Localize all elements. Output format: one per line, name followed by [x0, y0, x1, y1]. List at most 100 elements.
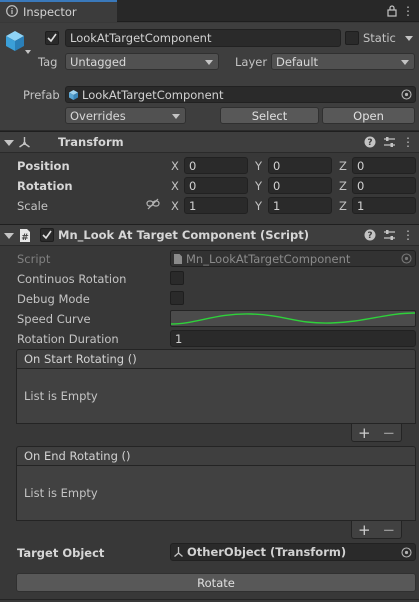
scale-label: Scale [17, 199, 48, 213]
foldout-icon[interactable] [4, 233, 14, 239]
layer-value: Default [276, 54, 319, 69]
add-listener-button[interactable]: + [358, 521, 371, 539]
on-start-rotating-header: On Start Rotating () [16, 349, 416, 369]
position-z-label[interactable]: Z [339, 159, 347, 173]
position-x-field[interactable]: 0 [184, 157, 248, 174]
on-start-rotating-footer: + − [351, 424, 402, 442]
transform-icon [17, 135, 32, 150]
tag-label: Tag [38, 55, 58, 69]
remove-listener-button[interactable]: − [382, 521, 395, 539]
object-picker-icon[interactable] [401, 89, 412, 100]
static-dropdown-caret[interactable] [405, 36, 413, 41]
transform-icon [173, 546, 184, 558]
chevron-down-icon [205, 60, 213, 65]
speed-curve-label: Speed Curve [17, 312, 91, 326]
bottom-divider [0, 599, 419, 600]
help-icon[interactable]: ? [364, 229, 376, 241]
on-start-rotating-body: List is Empty [16, 369, 416, 424]
lock-icon[interactable] [385, 4, 399, 18]
script-component-header[interactable]: # Mn_Look At Target Component (Script) ?… [0, 224, 419, 246]
help-icon[interactable]: ? [364, 136, 376, 148]
scale-y-label[interactable]: Y [255, 199, 262, 213]
tag-value: Untagged [70, 54, 127, 69]
scale-z-label[interactable]: Z [339, 199, 347, 213]
script-icon: # [18, 228, 32, 243]
position-y-label[interactable]: Y [255, 159, 262, 173]
chevron-down-icon [172, 114, 180, 119]
preset-icon[interactable] [383, 229, 396, 241]
scale-z-field[interactable]: 1 [352, 197, 416, 214]
overrides-dropdown[interactable]: Overrides [65, 107, 186, 124]
rotation-z-field[interactable]: 0 [352, 177, 416, 194]
debug-mode-checkbox[interactable] [170, 291, 184, 305]
position-y-field[interactable]: 0 [268, 157, 332, 174]
target-object-value: OtherObject (Transform) [187, 545, 347, 559]
foldout-icon[interactable] [4, 140, 14, 146]
target-object-label: Target Object [17, 546, 105, 560]
static-label: Static [363, 31, 396, 45]
tab-bar: Inspector ⋮ [0, 0, 419, 22]
name-field[interactable]: LookAtTargetComponent [65, 29, 341, 47]
layer-dropdown[interactable]: Default [271, 53, 415, 70]
rotation-x-field[interactable]: 0 [184, 177, 248, 194]
transform-title: Transform [58, 135, 124, 149]
context-menu-icon[interactable]: ⋮ [402, 135, 414, 149]
tab-inspector-label: Inspector [23, 5, 77, 19]
position-x-label[interactable]: X [171, 159, 179, 173]
on-end-rotating-body: List is Empty [16, 466, 416, 521]
tab-menu-icon[interactable]: ⋮ [402, 4, 414, 18]
position-label: Position [17, 159, 70, 173]
prefab-value: LookAtTargetComponent [82, 87, 224, 102]
svg-text:?: ? [367, 231, 372, 241]
script-enabled-checkbox[interactable] [40, 228, 54, 242]
list-empty-text: List is Empty [24, 486, 98, 500]
open-button[interactable]: Open [322, 107, 415, 124]
preset-icon[interactable] [383, 136, 396, 148]
script-value: Mn_LookAtTargetComponent [186, 251, 351, 266]
gameobject-cube-icon[interactable] [4, 29, 26, 53]
tab-inspector[interactable]: Inspector [0, 0, 117, 22]
transform-header[interactable]: Transform ? ⋮ [0, 131, 419, 153]
tag-dropdown[interactable]: Untagged [65, 53, 219, 70]
svg-text:#: # [21, 233, 29, 243]
rotation-z-label[interactable]: Z [339, 179, 347, 193]
scale-y-field[interactable]: 1 [268, 197, 332, 214]
icon-dropdown-caret[interactable] [25, 50, 31, 54]
prefab-asset-icon [68, 89, 79, 101]
object-picker-icon [401, 253, 412, 264]
rotation-y-field[interactable]: 0 [268, 177, 332, 194]
on-end-rotating-header: On End Rotating () [16, 446, 416, 466]
continuos-rotation-checkbox[interactable] [170, 271, 184, 285]
rotation-label: Rotation [17, 179, 73, 193]
rotation-duration-label: Rotation Duration [17, 332, 119, 346]
list-empty-text: List is Empty [24, 389, 98, 403]
overrides-value: Overrides [70, 108, 126, 123]
rotation-x-label[interactable]: X [171, 179, 179, 193]
object-picker-icon[interactable] [401, 547, 412, 558]
speed-curve-line [171, 312, 415, 325]
target-object-field[interactable]: OtherObject (Transform) [170, 543, 416, 561]
continuos-rotation-label: Continuos Rotation [17, 272, 127, 286]
select-button[interactable]: Select [220, 107, 319, 124]
layer-label: Layer [235, 55, 268, 69]
script-field: Mn_LookAtTargetComponent [170, 250, 416, 267]
on-end-rotating-footer: + − [351, 521, 402, 539]
rotation-duration-field[interactable]: 1 [170, 330, 416, 347]
add-listener-button[interactable]: + [358, 424, 371, 442]
scale-x-field[interactable]: 1 [184, 197, 248, 214]
prefab-label: Prefab [23, 88, 60, 102]
prefab-field[interactable]: LookAtTargetComponent [65, 86, 416, 103]
position-z-field[interactable]: 0 [352, 157, 416, 174]
speed-curve-field[interactable] [170, 310, 416, 327]
constrain-proportions-icon[interactable] [146, 198, 160, 210]
remove-listener-button[interactable]: − [382, 424, 395, 442]
debug-mode-label: Debug Mode [17, 292, 90, 306]
chevron-down-icon [401, 60, 409, 65]
rotation-y-label[interactable]: Y [255, 179, 262, 193]
rotate-button[interactable]: Rotate [16, 573, 416, 592]
context-menu-icon[interactable]: ⋮ [402, 228, 414, 242]
info-icon [6, 4, 18, 20]
active-checkbox[interactable] [45, 31, 59, 45]
static-checkbox[interactable] [345, 31, 359, 45]
scale-x-label[interactable]: X [171, 199, 179, 213]
